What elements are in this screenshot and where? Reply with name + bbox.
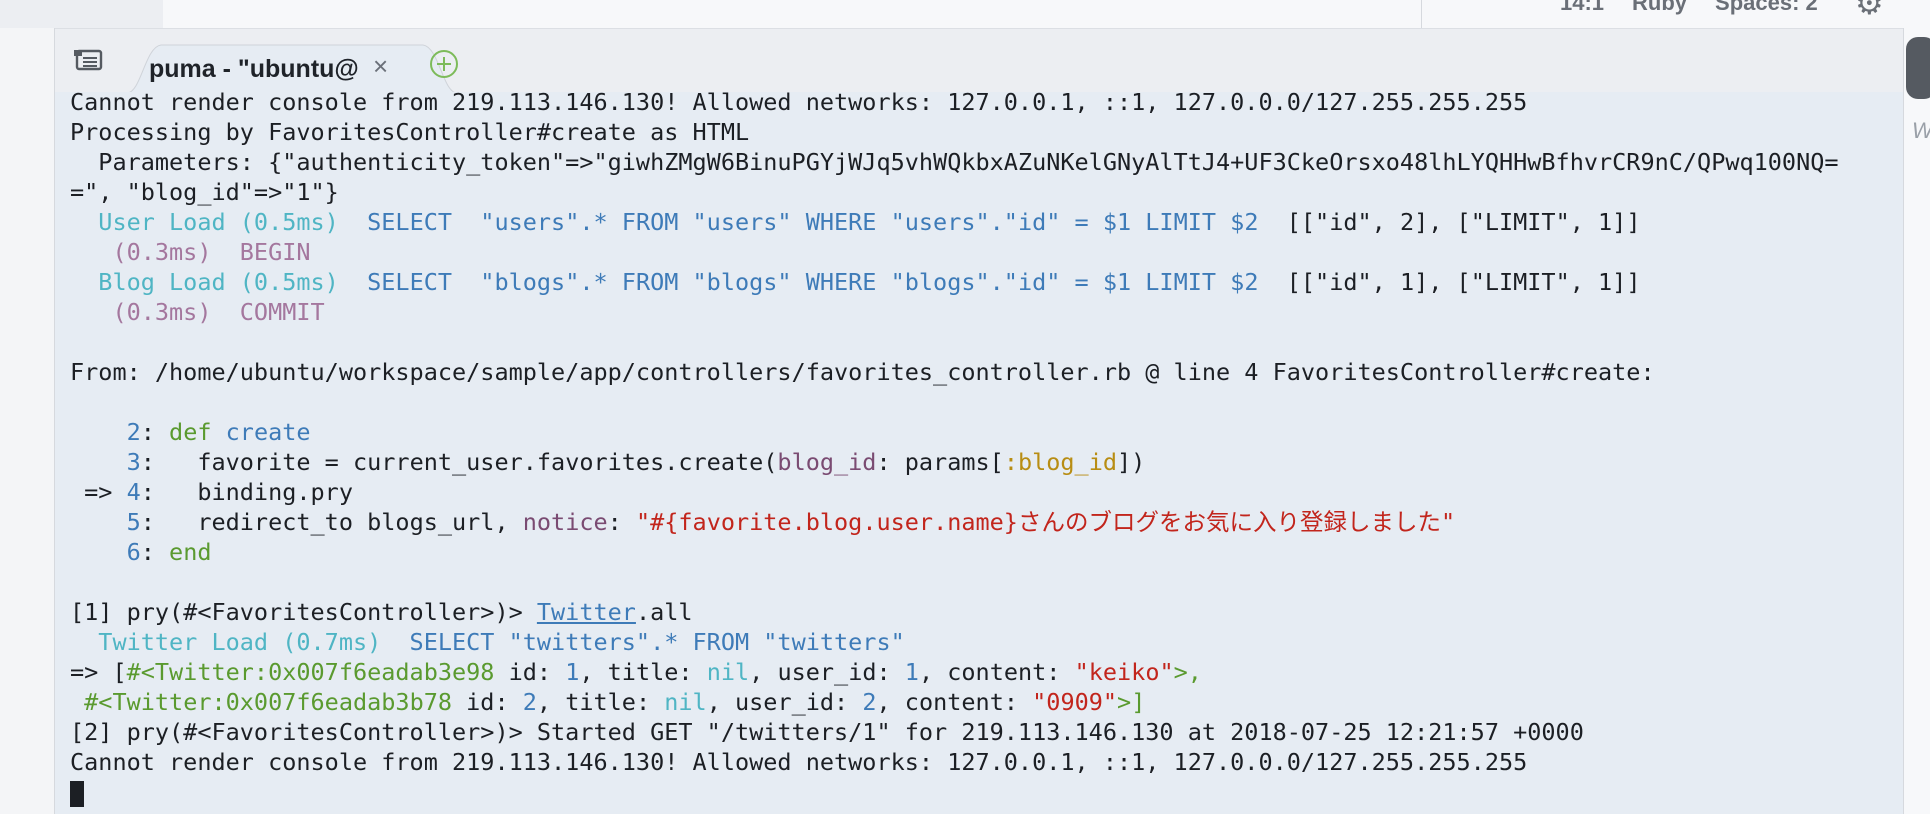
result-line: #<Twitter:0x007f6eadab3b78 id: 2, title:…: [84, 688, 1146, 716]
terminal-output[interactable]: Cannot render console from 219.113.146.1…: [55, 92, 1903, 814]
sql-log-line: (0.3ms) COMMIT: [70, 298, 325, 326]
code-line: 5: redirect_to blogs_url, notice: "#{fav…: [70, 508, 1456, 536]
panel-toggle-button[interactable]: [1906, 37, 1930, 99]
sql-log-line: (0.3ms) BEGIN: [70, 238, 311, 266]
close-icon[interactable]: ×: [373, 53, 388, 79]
terminal-line: Parameters: {"authenticity_token"=>"giwh…: [70, 148, 1839, 176]
gear-icon[interactable]: ⚙: [1855, 0, 1889, 20]
status-bar-left-panel: [0, 0, 163, 28]
pry-prompt-line: [1] pry(#<FavoritesController>)> Twitter…: [70, 598, 693, 626]
twitter-link[interactable]: Twitter: [537, 598, 636, 626]
status-bar-info: 14:1 Ruby Spaces: 2: [1560, 0, 1818, 16]
indent-setting[interactable]: Spaces: 2: [1715, 0, 1818, 16]
terminal-input-line[interactable]: [70, 777, 1839, 807]
result-line: => [#<Twitter:0x007f6eadab3e98 id: 1, ti…: [70, 658, 1202, 686]
sql-log-line: Blog Load (0.5ms) SELECT "blogs".* FROM …: [70, 268, 1641, 296]
tab-title: puma - "ubuntu@: [149, 55, 359, 83]
language-mode[interactable]: Ruby: [1632, 0, 1687, 16]
code-line: 2: def create: [70, 418, 311, 446]
terminal-line: Cannot render console from 219.113.146.1…: [70, 92, 1528, 116]
terminal-line: Cannot render console from 219.113.146.1…: [70, 748, 1528, 776]
pry-prompt-line: [2] pry(#<FavoritesController>)> Started…: [70, 718, 1584, 746]
terminal-line: From: /home/ubuntu/workspace/sample/app/…: [70, 358, 1655, 386]
tab-bar: puma - "ubuntu@ ×: [55, 29, 1903, 93]
terminal-line: Processing by FavoritesController#create…: [70, 118, 750, 146]
sql-log-line: User Load (0.5ms) SELECT "users".* FROM …: [70, 208, 1641, 236]
cursor-position[interactable]: 14:1: [1560, 0, 1604, 16]
terminal-line: =", "blog_id"=>"1"}: [70, 178, 339, 206]
right-panel-edge: [1903, 28, 1930, 814]
text-cursor: [70, 780, 84, 807]
left-gutter: [0, 28, 55, 814]
code-line: 3: favorite = current_user.favorites.cre…: [70, 448, 1146, 476]
code-line-current: => 4: binding.pry: [70, 478, 353, 506]
tablist-icon[interactable]: [73, 49, 105, 71]
panel-link[interactable]: W: [1912, 118, 1930, 144]
status-bar-divider: [1421, 0, 1422, 28]
status-bar: 14:1 Ruby Spaces: 2 ⚙: [0, 0, 1930, 29]
sql-log-line: Twitter Load (0.7ms) SELECT "twitters".*…: [70, 628, 905, 656]
code-line: 6: end: [70, 538, 212, 566]
plus-circle-icon[interactable]: [429, 49, 459, 79]
